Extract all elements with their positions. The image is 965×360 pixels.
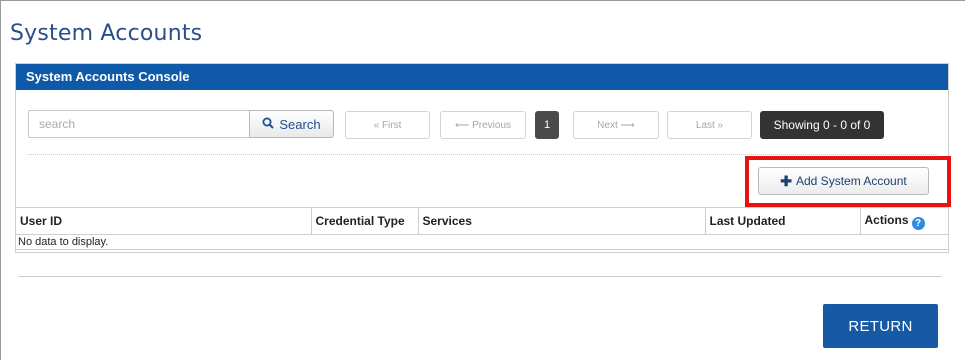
column-header-user-id[interactable]: User ID — [16, 207, 312, 235]
add-system-account-label: Add System Account — [796, 174, 907, 188]
pagination-showing-label: Showing 0 - 0 of 0 — [760, 111, 884, 139]
empty-table-message: No data to display. — [16, 234, 948, 250]
return-button[interactable]: RETURN — [823, 304, 938, 348]
pagination-next-button[interactable]: Next ⟶ — [573, 111, 659, 139]
search-input[interactable] — [28, 110, 250, 138]
question-circle-icon[interactable]: ? — [911, 216, 925, 230]
system-accounts-table: User ID Credential Type Services Last Up… — [16, 207, 948, 250]
pagination-current-page[interactable]: 1 — [535, 111, 559, 139]
actions-label: Actions — [864, 212, 909, 227]
table-header-row: User ID Credential Type Services Last Up… — [16, 207, 948, 235]
toolbar-divider — [28, 154, 938, 155]
add-system-account-button[interactable]: ✚ Add System Account — [758, 167, 929, 195]
pagination-last-button[interactable]: Last » — [667, 111, 752, 139]
column-header-services[interactable]: Services — [418, 207, 706, 235]
system-accounts-console-panel: System Accounts Console Search « First ⟵… — [15, 63, 951, 253]
pagination-first-button[interactable]: « First — [345, 111, 430, 139]
search-icon — [262, 117, 275, 132]
panel-header: System Accounts Console — [16, 64, 948, 90]
footer-divider — [18, 276, 942, 277]
pagination-previous-button[interactable]: ⟵ Previous — [440, 111, 526, 139]
search-button[interactable]: Search — [249, 110, 334, 138]
column-header-credential-type[interactable]: Credential Type — [311, 207, 419, 235]
table-row: No data to display. — [16, 234, 948, 250]
column-header-actions: Actions? — [860, 207, 948, 235]
column-header-last-updated[interactable]: Last Updated — [705, 207, 861, 235]
search-button-label: Search — [279, 116, 321, 132]
plus-icon: ✚ — [780, 173, 792, 189]
page-title: System Accounts — [10, 21, 203, 46]
